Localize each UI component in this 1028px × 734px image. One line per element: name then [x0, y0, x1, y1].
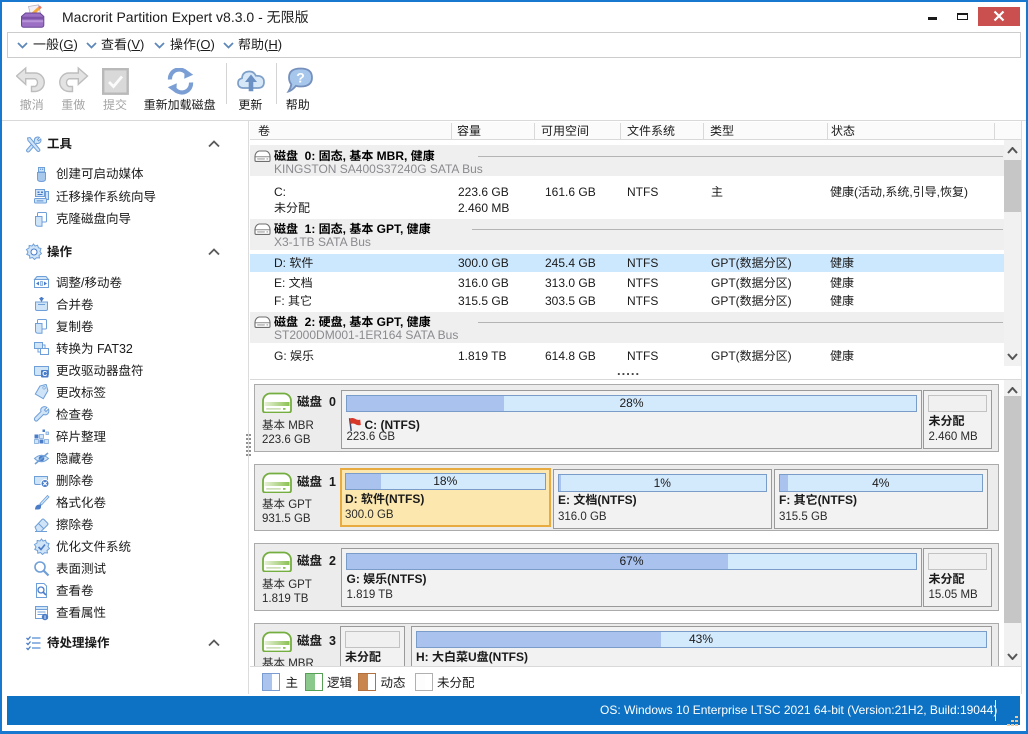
svg-text:?: ?	[296, 70, 305, 86]
svg-text:C: C	[42, 371, 47, 378]
